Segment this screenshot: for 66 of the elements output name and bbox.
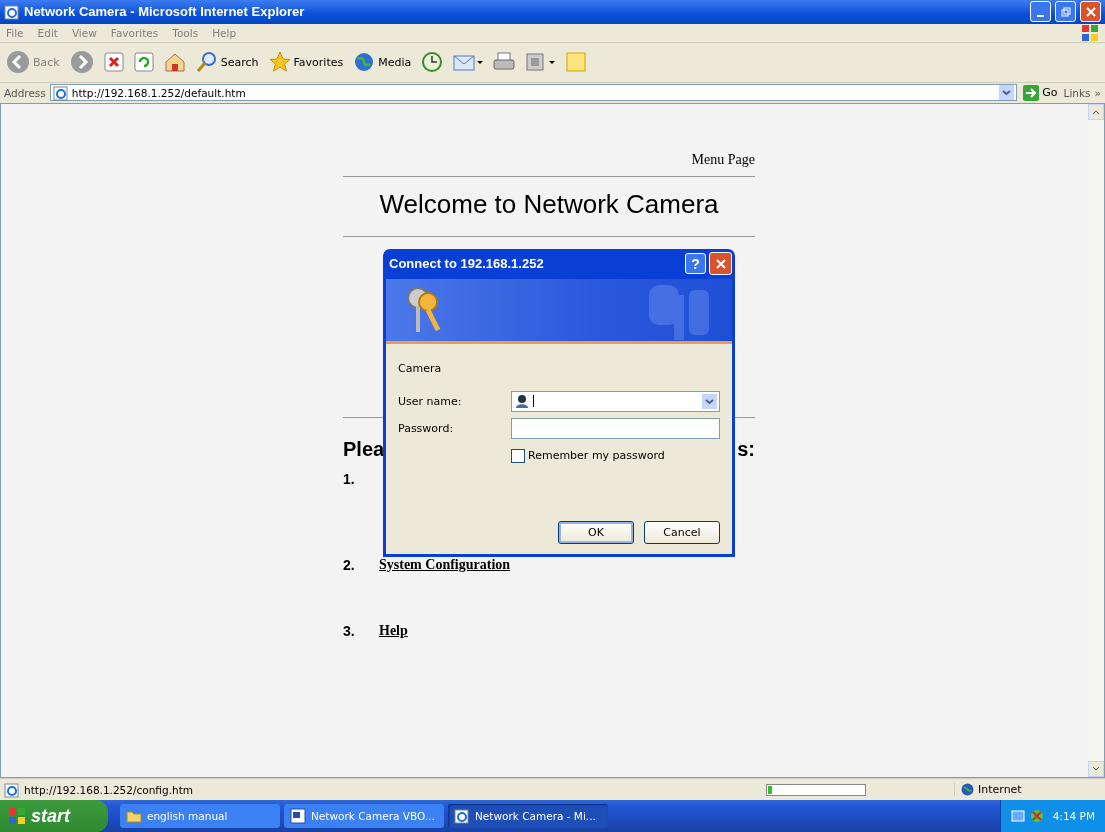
help-button[interactable]: ? (685, 253, 706, 275)
user-icon (514, 393, 530, 410)
restore-button[interactable] (1055, 1, 1076, 23)
window-title: Network Camera - Microsoft Internet Explorer (24, 4, 306, 20)
clock: 4:14 PM (1052, 810, 1095, 822)
zone-text: Internet (978, 783, 1022, 796)
minimize-icon (1037, 15, 1044, 17)
links-label[interactable]: Links (1063, 86, 1091, 99)
refresh-icon[interactable] (131, 52, 156, 73)
link[interactable]: Help (379, 622, 408, 639)
remember-checkbox[interactable] (511, 448, 525, 463)
minimize-button[interactable] (1030, 1, 1051, 23)
heading-text: s: (737, 437, 755, 461)
dropdown-icon (702, 393, 717, 409)
globe-icon (353, 51, 376, 74)
taskbar-button[interactable]: Network Camera - Mi... (448, 804, 608, 828)
password-field[interactable] (511, 417, 720, 439)
status-url: http://192.168.1.252/config.htm (24, 783, 194, 796)
search-icon (195, 51, 218, 74)
field-label: User name: (398, 394, 463, 408)
menu-page-text: Menu Page (691, 151, 755, 168)
dialog-button[interactable]: OK (558, 520, 634, 544)
page-icon (4, 781, 20, 798)
close-button[interactable] (709, 252, 732, 276)
network-icon (1010, 808, 1045, 824)
dialog-title: Connect to 192.168.1.252 (389, 256, 545, 272)
search-button[interactable]: Search (193, 51, 261, 74)
field-label: Password: (398, 421, 455, 435)
media-button[interactable]: Media (351, 51, 414, 74)
stop-icon[interactable] (101, 52, 126, 73)
dropdown-icon (999, 85, 1015, 101)
browser-icon (454, 808, 470, 824)
go-button[interactable]: Go (1021, 84, 1060, 101)
page-icon (52, 84, 69, 101)
start-button[interactable]: start (0, 800, 108, 832)
globe-icon (961, 783, 974, 796)
realm-text: Camera (398, 361, 443, 375)
username-field[interactable] (511, 390, 720, 412)
favorites-button[interactable]: Favorites (266, 51, 346, 74)
folder-icon (126, 808, 142, 824)
item-number: 2. (343, 556, 356, 575)
star-icon (268, 51, 291, 74)
document-icon (290, 808, 306, 824)
close-icon (715, 258, 726, 269)
close-icon (1085, 7, 1096, 17)
item-number: 3. (343, 622, 356, 641)
link[interactable]: System Configuration (379, 556, 511, 573)
browser-icon (4, 4, 20, 20)
taskbar-button[interactable]: Network Camera VBO... (284, 804, 444, 828)
window-icon[interactable] (523, 51, 558, 74)
taskbar-button[interactable]: english manual (120, 804, 280, 828)
item-number: 1. (343, 470, 356, 489)
windows-logo-icon (8, 807, 26, 825)
address-label: Address (4, 86, 46, 99)
dialog-button[interactable]: Cancel (644, 520, 720, 544)
restore-icon (1060, 7, 1071, 17)
more-links[interactable]: » (1094, 86, 1101, 99)
close-button[interactable] (1080, 1, 1101, 23)
checkbox-label[interactable]: Remember my password (528, 449, 665, 463)
address-field[interactable]: http://192.168.1.252/default.htm (49, 84, 1018, 102)
windows-logo-icon (1081, 23, 1099, 42)
page-title: Welcome to Network Camera (378, 188, 720, 220)
scrollbar[interactable] (1088, 103, 1104, 778)
arrow-icon (1023, 84, 1040, 101)
heading-text: Plea (343, 437, 385, 461)
back-icon (6, 50, 30, 75)
